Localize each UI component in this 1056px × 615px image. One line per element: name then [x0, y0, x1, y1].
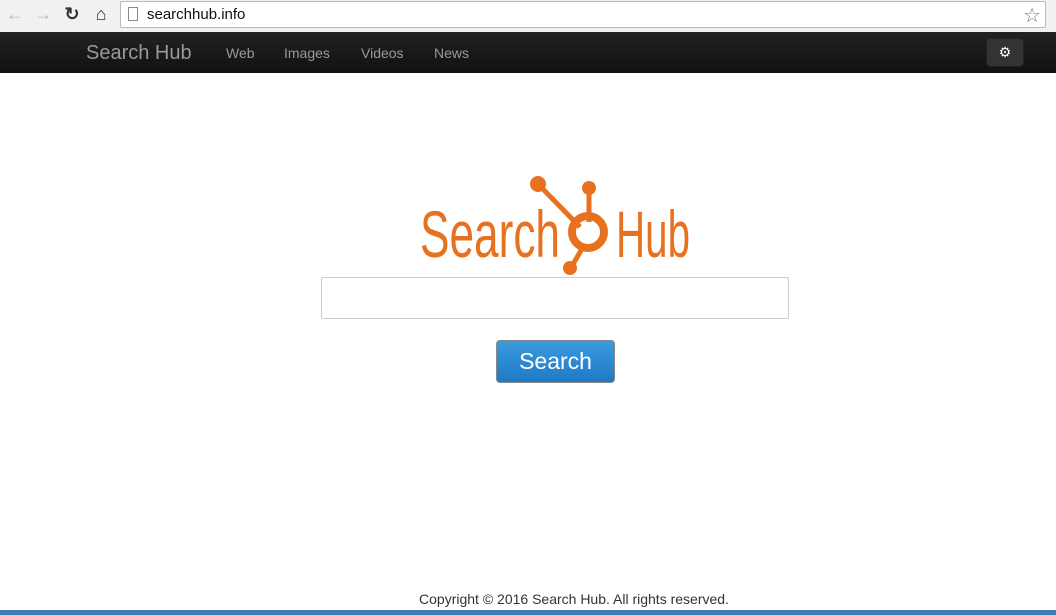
page-icon: [128, 7, 138, 21]
address-bar[interactable]: searchhub.info ☆: [120, 1, 1046, 28]
nav-videos[interactable]: Videos: [361, 45, 404, 61]
bookmark-star-icon[interactable]: ☆: [1023, 3, 1041, 28]
browser-toolbar: ← → ↻ ⌂ searchhub.info ☆: [0, 0, 1056, 32]
brand-link[interactable]: Search Hub: [86, 42, 192, 65]
forward-icon[interactable]: →: [32, 4, 54, 25]
search-button[interactable]: Search: [496, 340, 615, 383]
search-hub-logo: Search Hub: [420, 176, 690, 275]
back-icon[interactable]: ←: [4, 4, 26, 25]
nav-web[interactable]: Web: [226, 45, 255, 61]
logo-text-hub: Hub: [616, 197, 690, 271]
copyright: Copyright © 2016 Search Hub. All rights …: [419, 591, 729, 607]
search-input[interactable]: [321, 277, 789, 319]
url-text: searchhub.info: [147, 6, 246, 23]
settings-gear-button[interactable]: ⚙: [986, 38, 1024, 67]
taskbar-edge: [0, 610, 1056, 615]
nav-images[interactable]: Images: [284, 45, 330, 61]
home-icon[interactable]: ⌂: [90, 4, 112, 25]
nav-news[interactable]: News: [434, 45, 469, 61]
navbar: Search Hub Web Images Videos News ⚙: [0, 32, 1056, 73]
reload-icon[interactable]: ↻: [61, 4, 83, 25]
logo-text-search: Search: [420, 197, 560, 271]
